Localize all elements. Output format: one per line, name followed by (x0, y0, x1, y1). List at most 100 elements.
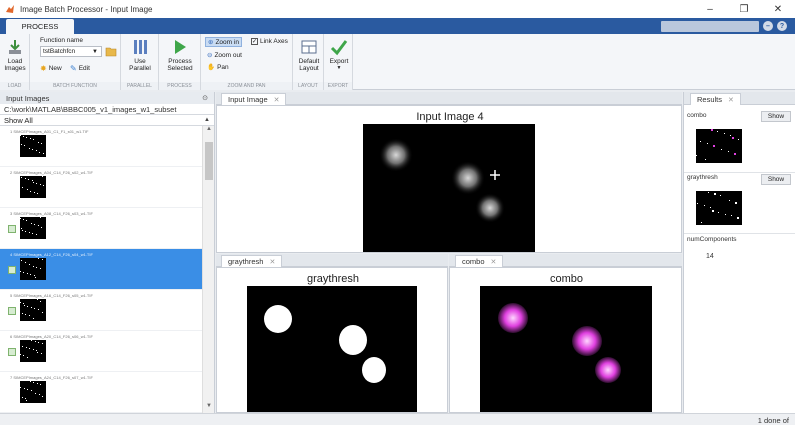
thumbnail-speckle (41, 143, 42, 144)
default-layout-button[interactable]: Default Layout (296, 38, 322, 72)
thumbnail-speckle (33, 349, 34, 350)
thumbnail-speckle (24, 388, 25, 389)
thumbnail-speckle (41, 353, 42, 354)
close-tab-icon[interactable]: ✕ (728, 96, 734, 104)
edit-function-button[interactable]: ✎ Edit (70, 64, 90, 73)
export-button[interactable]: Export ▼ (326, 38, 352, 72)
tab-process[interactable]: PROCESS (6, 19, 74, 34)
load-images-icon (9, 40, 21, 54)
help-icon[interactable]: ? (777, 21, 787, 31)
list-item[interactable]: 1 SIMCEPImages_A01_C1_F1_s01_w1.TIF (0, 126, 203, 167)
combo-axes[interactable] (480, 286, 652, 413)
close-button[interactable]: ✕ (761, 0, 795, 18)
search-documentation-box[interactable] (661, 20, 759, 32)
thumbnail-speckle (23, 272, 24, 273)
processed-check-icon (8, 348, 16, 356)
thumbnail-speckle (42, 343, 43, 344)
thumbnail-speckle (27, 273, 28, 274)
maximize-button[interactable]: ❐ (727, 0, 761, 18)
thumbnail-speckle (728, 151, 729, 152)
pan-label: Pan (217, 63, 229, 71)
close-tab-icon[interactable]: ✕ (491, 258, 497, 266)
thumbnail-speckle (29, 148, 30, 149)
thumbnail-speckle (732, 137, 734, 139)
combo-panel: combo (449, 267, 682, 413)
thumbnail-speckle (25, 314, 26, 315)
thumbnail-speckle (697, 203, 698, 204)
zoom-out-button[interactable]: ⊖ Zoom out (207, 51, 242, 60)
image-name: 7 SIMCEPImages_A24_C14_F26_s07_w1.TIF (10, 375, 93, 380)
thumbnail-speckle (26, 347, 27, 348)
zoom-in-label: Zoom in (215, 38, 239, 46)
status-bar: 1 done of (0, 413, 795, 425)
section-label-layout: LAYOUT (293, 82, 323, 90)
graythresh-axes[interactable] (247, 286, 417, 413)
function-name-label: Function name (40, 37, 83, 44)
thumbnail-speckle (42, 176, 43, 177)
open-folder-icon[interactable] (105, 46, 117, 57)
tab-combo[interactable]: combo ✕ (455, 255, 504, 267)
graythresh-result-thumbnail[interactable] (696, 191, 742, 225)
scroll-up-icon[interactable]: ▲ (203, 126, 215, 136)
tab-graythresh[interactable]: graythresh ✕ (221, 255, 283, 267)
zoom-out-label: Zoom out (214, 51, 242, 59)
tab-input-image[interactable]: Input Image ✕ (221, 93, 287, 105)
section-label-process: PROCESS (159, 82, 200, 90)
thumbnail-speckle (20, 387, 21, 388)
minimize-ribbon-icon[interactable]: – (763, 21, 773, 31)
close-tab-icon[interactable]: ✕ (274, 96, 280, 104)
input-image-panel: Input Image 4 (216, 105, 682, 253)
thumbnail-speckle (23, 355, 24, 356)
thumbnail-speckle (31, 307, 32, 308)
image-name: 4 SIMCEPImages_A12_C14_F26_s04_w1.TIF (10, 252, 93, 257)
thumbnail-speckle (24, 305, 25, 306)
list-item[interactable]: 6 SIMCEPImages_A20_C14_F26_s06_w1.TIF (0, 331, 203, 372)
scrollbar-thumb[interactable] (205, 142, 213, 180)
show-combo-button[interactable]: Show (761, 111, 791, 122)
thumbnail-speckle (20, 271, 21, 272)
image-filter-dropdown[interactable]: Show All ▲ (0, 115, 214, 126)
function-name-dropdown[interactable]: tstBatchfcn ▼ (40, 46, 102, 57)
thumbnail-speckle (22, 397, 23, 398)
minimize-button[interactable]: – (693, 0, 727, 18)
binary-blob (264, 305, 292, 333)
list-item[interactable]: 2 SIMCEPImages_A04_C14_F26_s02_w1.TIF (0, 167, 203, 208)
thumbnail-speckle (25, 231, 26, 232)
thumbnail-speckle (35, 393, 36, 394)
processed-check-icon (8, 225, 16, 233)
new-function-button[interactable]: ✸ New (40, 64, 62, 73)
list-item[interactable]: 5 SIMCEPImages_A16_C14_F26_s05_w1.TIF (0, 290, 203, 331)
zoom-in-button[interactable]: ⊕ Zoom in (205, 37, 242, 47)
pan-button[interactable]: ✋ Pan (207, 63, 229, 72)
image-thumbnail (20, 299, 46, 321)
list-item[interactable]: 3 SIMCEPImages_A08_C14_F26_s03_w1.TIF (0, 208, 203, 249)
combo-result-thumbnail[interactable] (696, 129, 742, 163)
thumbnail-speckle (23, 303, 24, 304)
thumbnail-speckle (22, 313, 23, 314)
list-item-selected[interactable]: 4 SIMCEPImages_A12_C14_F26_s04_w1.TIF (0, 249, 203, 290)
thumbnail-speckle (696, 155, 697, 156)
tab-results[interactable]: Results ✕ (690, 93, 741, 105)
thumbnail-speckle (40, 268, 41, 269)
thumbnail-speckle (37, 383, 38, 384)
close-tab-icon[interactable]: ✕ (269, 258, 275, 266)
link-axes-checkbox[interactable]: ✓ Link Axes (251, 38, 288, 45)
thumbnail-speckle (707, 143, 708, 144)
thumbnail-speckle (724, 133, 725, 134)
divider (684, 233, 795, 234)
use-parallel-button[interactable]: Use Parallel (127, 38, 153, 72)
scroll-down-icon[interactable]: ▼ (203, 403, 215, 413)
section-process: Process Selected PROCESS (159, 34, 201, 90)
image-list-scrollbar[interactable]: ▲ ▼ (202, 126, 214, 413)
show-graythresh-button[interactable]: Show (761, 174, 791, 185)
load-images-button[interactable]: Load Images (4, 38, 26, 72)
thumbnail-speckle (30, 274, 31, 275)
list-item[interactable]: 7 SIMCEPImages_A24_C14_F26_s07_w1.TIF (0, 372, 203, 413)
process-selected-button[interactable]: Process Selected (163, 38, 197, 72)
binary-blob (362, 357, 386, 383)
thumbnail-speckle (30, 191, 31, 192)
panel-collapse-icon[interactable]: ⊙ (202, 94, 208, 102)
input-image-axes[interactable] (363, 124, 535, 252)
thumbnail-speckle (36, 267, 37, 268)
thumbnail-speckle (36, 183, 37, 184)
